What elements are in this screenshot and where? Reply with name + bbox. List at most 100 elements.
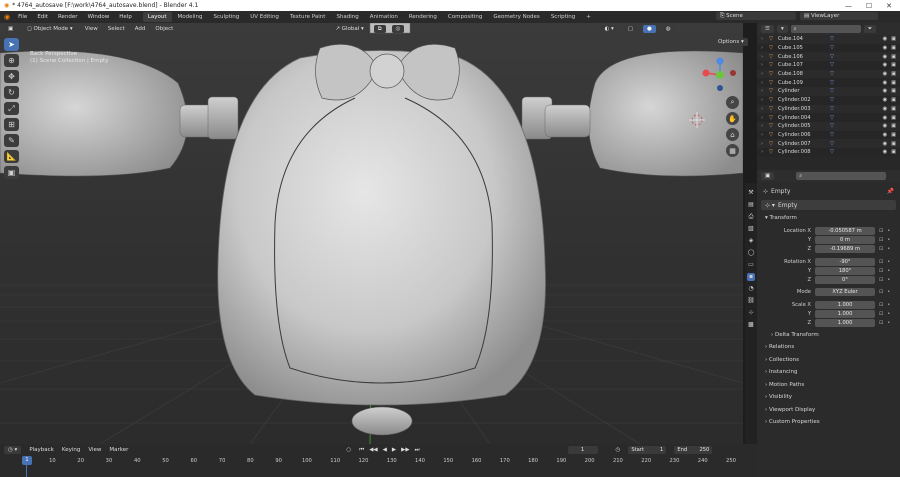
pan-hand-icon[interactable]: ✋ [726, 112, 739, 125]
end-frame-field[interactable]: End 250 [674, 446, 713, 454]
x-axis-icon[interactable] [702, 69, 710, 77]
scene-tab-icon[interactable]: ◈ [747, 237, 755, 245]
viewlayer-selector[interactable]: ▤ ViewLayer [800, 12, 878, 20]
visibility-eye-icon[interactable]: ◉ [883, 97, 888, 103]
viewport-menu-select[interactable]: Select [106, 23, 127, 35]
render-camera-icon[interactable]: ▣ [891, 141, 896, 147]
expand-arrow-icon[interactable]: › [761, 97, 769, 103]
outliner-filter-icon[interactable]: ▾ [776, 25, 788, 33]
select-box-tool-icon[interactable]: ➤ [4, 38, 19, 51]
render-tab-icon[interactable]: ▤ [747, 201, 755, 209]
outliner-editor-icon[interactable]: ☰ [761, 25, 774, 33]
timeline-menu-playback[interactable]: Playback [29, 447, 54, 453]
location-y-field[interactable]: 0 m [815, 236, 875, 244]
tab-layout[interactable]: Layout [142, 12, 172, 22]
keyframe-dot-icon[interactable]: • [887, 277, 890, 283]
delta-transform-section[interactable]: › Delta Transform [757, 329, 900, 342]
jump-start-icon[interactable]: ⏮ [359, 447, 364, 454]
add-workspace-button[interactable]: + [581, 12, 596, 22]
visibility-eye-icon[interactable]: ◉ [883, 36, 888, 42]
visibility-eye-icon[interactable]: ◉ [883, 149, 888, 155]
tab-modeling[interactable]: Modeling [173, 12, 208, 22]
pin-icon[interactable]: 📌 [887, 188, 894, 195]
expand-arrow-icon[interactable]: › [761, 62, 769, 68]
render-camera-icon[interactable]: ▣ [891, 132, 896, 138]
scale-z-field[interactable]: 1.000 [815, 319, 875, 327]
section-viewport-display[interactable]: › Viewport Display [757, 404, 900, 417]
transform-tool-icon[interactable]: ⊞ [4, 118, 19, 131]
autokey-record-icon[interactable]: ○ [346, 447, 351, 453]
blender-menu-icon[interactable]: ◉ [4, 13, 10, 21]
lock-icon[interactable]: ⊡ [879, 228, 883, 234]
scale-x-field[interactable]: 1.000 [815, 301, 875, 309]
scale-tool-icon[interactable]: ⤢ [4, 102, 19, 115]
tab-animation[interactable]: Animation [365, 12, 403, 22]
properties-editor-icon[interactable]: ▣ [761, 172, 775, 180]
menu-help[interactable]: Help [114, 11, 137, 23]
visibility-eye-icon[interactable]: ◉ [883, 45, 888, 51]
render-camera-icon[interactable]: ▣ [891, 115, 896, 121]
visibility-eye-icon[interactable]: ◉ [883, 106, 888, 112]
render-camera-icon[interactable]: ▣ [891, 80, 896, 86]
neg-x-axis-icon[interactable] [730, 70, 736, 76]
timeline-menu-view[interactable]: View [88, 447, 101, 453]
tab-uv-editing[interactable]: UV Editing [245, 12, 284, 22]
outliner-row[interactable]: › ▽ Cylinder.005 ▽ ◉ ▣ [757, 121, 900, 131]
play-reverse-icon[interactable]: ◀ [383, 447, 387, 454]
expand-arrow-icon[interactable]: › [761, 88, 769, 94]
rotation-x-field[interactable]: -90° [815, 258, 875, 266]
viewport-menu-object[interactable]: Object [153, 23, 175, 35]
snap-button[interactable]: ⧉ [373, 24, 386, 33]
current-frame-field[interactable]: 1 [567, 446, 598, 454]
maximize-button[interactable]: ☐ [866, 2, 872, 10]
perspective-toggle-icon[interactable]: ▦ [726, 144, 739, 157]
section-visibility[interactable]: › Visibility [757, 391, 900, 404]
timeline-menu-marker[interactable]: Marker [109, 447, 128, 453]
outliner-funnel-icon[interactable]: ⏷ [863, 25, 877, 33]
minimize-button[interactable]: — [845, 2, 852, 10]
outliner-row[interactable]: › ▽ Cube.104 ▽ ◉ ▣ [757, 35, 900, 44]
annotate-tool-icon[interactable]: ✎ [4, 134, 19, 147]
visibility-eye-icon[interactable]: ◉ [883, 141, 888, 147]
render-camera-icon[interactable]: ▣ [891, 45, 896, 51]
render-camera-icon[interactable]: ▣ [891, 97, 896, 103]
rotation-y-field[interactable]: 180° [815, 267, 875, 275]
constraints-tab-icon[interactable]: ⛓ [747, 297, 755, 305]
visibility-eye-icon[interactable]: ◉ [883, 80, 888, 86]
proportional-edit-button[interactable]: ◎ [391, 24, 405, 33]
render-camera-icon[interactable]: ▣ [891, 123, 896, 129]
menu-render[interactable]: Render [53, 11, 83, 23]
render-camera-icon[interactable]: ▣ [891, 149, 896, 155]
expand-arrow-icon[interactable]: › [761, 132, 769, 138]
outliner-row[interactable]: › ▽ Cylinder.007 ▽ ◉ ▣ [757, 139, 900, 148]
move-tool-icon[interactable]: ✥ [4, 70, 19, 83]
transform-panel-header[interactable]: ▾ Transform [757, 212, 900, 225]
tab-geometry-nodes[interactable]: Geometry Nodes [488, 12, 544, 22]
keyframe-dot-icon[interactable]: • [887, 228, 890, 234]
navigation-gizmo[interactable] [700, 55, 740, 95]
rotation-z-field[interactable]: 0° [815, 276, 875, 284]
shading-solid-button[interactable]: ● [643, 24, 656, 33]
render-camera-icon[interactable]: ▣ [891, 62, 896, 68]
lock-icon[interactable]: ⊡ [879, 302, 883, 308]
physics-tab-icon[interactable]: ◔ [747, 285, 755, 293]
outliner-row[interactable]: › ▽ Cylinder.003 ▽ ◉ ▣ [757, 104, 900, 114]
expand-arrow-icon[interactable]: › [761, 115, 769, 121]
outliner-row[interactable]: › ▽ Cylinder.002 ▽ ◉ ▣ [757, 95, 900, 105]
section-motion-paths[interactable]: › Motion Paths [757, 379, 900, 392]
tab-shading[interactable]: Shading [331, 12, 363, 22]
properties-search-input[interactable]: ⌕ [796, 172, 887, 180]
collection-tab-icon[interactable]: ▭ [747, 261, 755, 269]
zoom-icon[interactable]: ⌕ [726, 96, 739, 109]
menu-window[interactable]: Window [83, 11, 115, 23]
expand-arrow-icon[interactable]: › [761, 123, 769, 129]
object-tab-icon[interactable]: ▪ [747, 273, 755, 281]
visibility-eye-icon[interactable]: ◉ [883, 123, 888, 129]
z-axis-icon[interactable] [716, 57, 724, 65]
lock-icon[interactable]: ⊡ [879, 311, 883, 317]
expand-arrow-icon[interactable]: › [761, 141, 769, 147]
next-keyframe-icon[interactable]: ▶▶ [401, 447, 409, 454]
cursor-tool-icon[interactable]: ⊕ [4, 54, 19, 67]
scene-selector[interactable]: ⎘ Scene [716, 12, 796, 20]
outliner-row[interactable]: › ▽ Cylinder.008 ▽ ◉ ▣ [757, 147, 900, 157]
